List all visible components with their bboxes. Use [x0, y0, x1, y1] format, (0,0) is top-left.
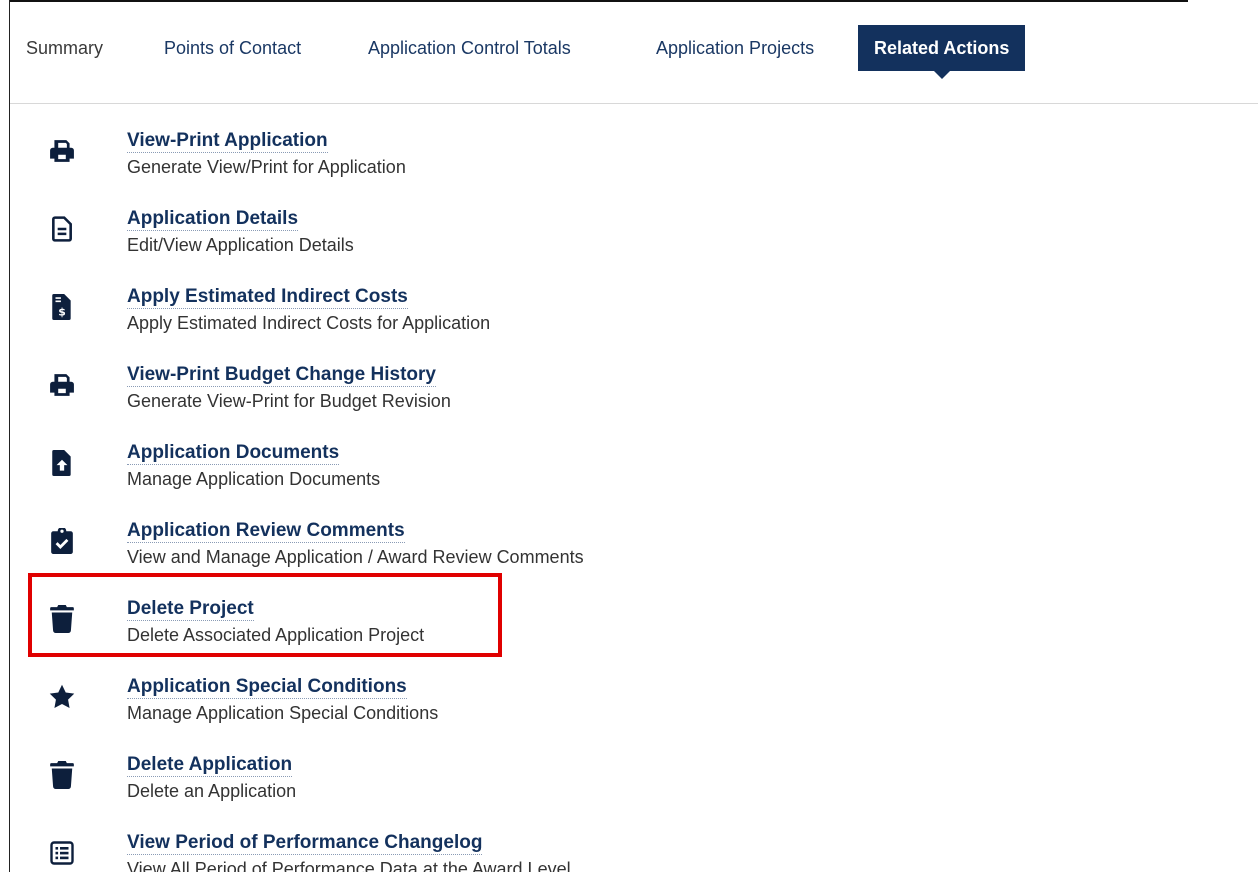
- list-icon: [48, 839, 76, 867]
- action-application-details: Application Details Edit/View Applicatio…: [10, 207, 1258, 267]
- active-tab-indicator: [933, 71, 950, 79]
- tab-application-control-totals[interactable]: Application Control Totals: [352, 25, 587, 71]
- action-description: Edit/View Application Details: [127, 235, 354, 255]
- tab-related-actions-label: Related Actions: [874, 38, 1010, 58]
- action-description: View and Manage Application / Award Revi…: [127, 547, 584, 567]
- tab-summary[interactable]: Summary: [10, 25, 119, 71]
- action-description: Manage Application Documents: [127, 469, 381, 489]
- action-delete-application: Delete Application Delete an Application: [10, 753, 1258, 813]
- highlight-box: [28, 573, 502, 657]
- action-description: Generate View/Print for Application: [127, 157, 406, 177]
- tab-bar: Summary Points of Contact Application Co…: [10, 25, 1258, 79]
- action-view-print-application: View-Print Application Generate View/Pri…: [10, 129, 1258, 189]
- action-title[interactable]: Application Details: [127, 207, 299, 231]
- action-title[interactable]: View-Print Budget Change History: [127, 363, 436, 387]
- action-application-review-comments: Application Review Comments View and Man…: [10, 519, 1258, 579]
- action-description: Delete an Application: [127, 781, 297, 801]
- document-icon: [48, 215, 76, 243]
- tab-divider: [10, 103, 1258, 104]
- action-title[interactable]: View-Print Application: [127, 129, 328, 153]
- action-description: Manage Application Special Conditions: [127, 703, 439, 723]
- file-upload-icon: [48, 449, 76, 477]
- action-apply-estimated-indirect-costs: $ Apply Estimated Indirect Costs Apply E…: [10, 285, 1258, 345]
- action-description: Apply Estimated Indirect Costs for Appli…: [127, 313, 491, 333]
- tab-points-of-contact[interactable]: Points of Contact: [148, 25, 317, 71]
- tab-related-actions[interactable]: Related Actions: [858, 25, 1026, 79]
- invoice-dollar-icon: $: [48, 293, 76, 321]
- action-view-print-budget-change-history: View-Print Budget Change History Generat…: [10, 363, 1258, 423]
- printer-icon: [48, 137, 76, 165]
- action-description: Generate View-Print for Budget Revision: [127, 391, 451, 411]
- action-title[interactable]: Delete Application: [127, 753, 293, 777]
- top-border: [10, 0, 1188, 2]
- printer-icon: [48, 371, 76, 399]
- svg-text:$: $: [58, 306, 66, 319]
- tab-application-projects[interactable]: Application Projects: [640, 25, 830, 71]
- action-title[interactable]: Application Review Comments: [127, 519, 405, 543]
- related-actions-panel: Summary Points of Contact Application Co…: [9, 0, 1258, 872]
- star-icon: [48, 683, 76, 711]
- clipboard-check-icon: [48, 527, 76, 555]
- action-description: View All Period of Performance Data at t…: [127, 859, 571, 872]
- trash-icon: [48, 761, 76, 789]
- action-title[interactable]: Apply Estimated Indirect Costs: [127, 285, 408, 309]
- action-view-period-of-performance-changelog: View Period of Performance Changelog Vie…: [10, 831, 1258, 872]
- action-title[interactable]: Application Special Conditions: [127, 675, 407, 699]
- action-title[interactable]: Application Documents: [127, 441, 340, 465]
- action-title[interactable]: View Period of Performance Changelog: [127, 831, 483, 855]
- action-application-special-conditions: Application Special Conditions Manage Ap…: [10, 675, 1258, 735]
- action-application-documents: Application Documents Manage Application…: [10, 441, 1258, 501]
